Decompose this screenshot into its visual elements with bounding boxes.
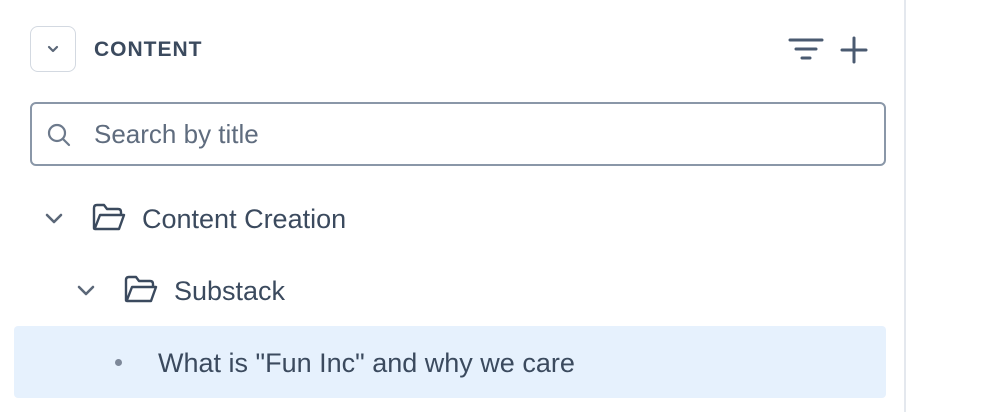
filter-button[interactable]	[788, 32, 824, 68]
chevron-down-icon[interactable]	[74, 278, 98, 302]
chevron-down-icon[interactable]	[42, 206, 66, 230]
tree-item-label: What is "Fun Inc" and why we care	[158, 348, 575, 378]
add-content-button[interactable]	[836, 32, 872, 68]
chevron-down-icon	[47, 45, 59, 53]
bullet-icon	[115, 359, 122, 366]
filter-icon	[788, 38, 824, 60]
tree-item-substack[interactable]: Substack	[14, 254, 886, 326]
folder-open-icon	[92, 203, 126, 231]
content-panel: CONTENT Content Creation	[0, 0, 904, 412]
tree-item-document[interactable]: What is "Fun Inc" and why we care	[14, 326, 886, 398]
section-title: CONTENT	[94, 38, 203, 61]
search-box	[30, 102, 886, 166]
tree-item-content-creation[interactable]: Content Creation	[14, 182, 886, 254]
search-input[interactable]	[94, 104, 864, 164]
search-icon	[47, 123, 71, 147]
tree-item-label: Substack	[174, 276, 286, 306]
collapse-section-button[interactable]	[30, 26, 76, 72]
folder-open-icon	[124, 275, 158, 303]
tree-item-label: Content Creation	[142, 204, 347, 234]
panel-divider[interactable]	[904, 0, 906, 412]
plus-icon	[840, 36, 868, 64]
